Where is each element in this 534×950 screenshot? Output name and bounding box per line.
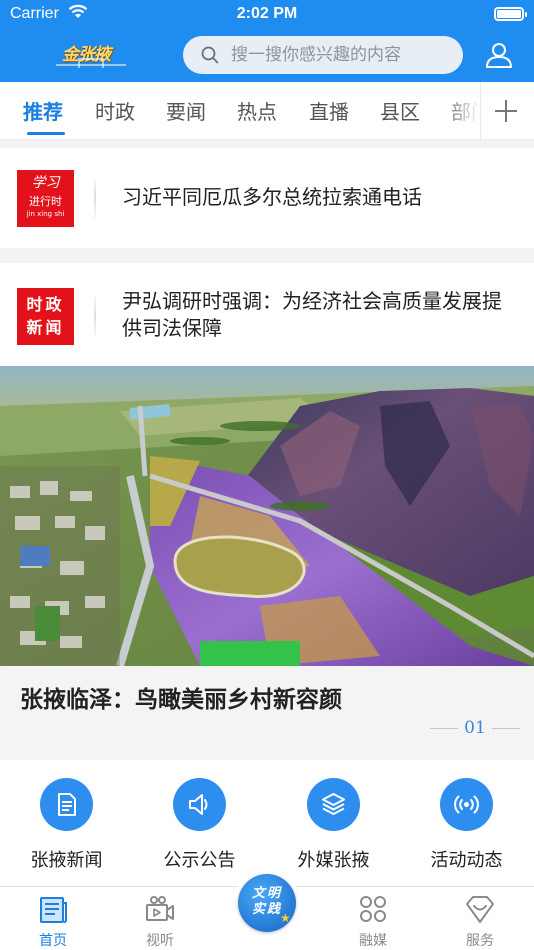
center-line-1: 文明 xyxy=(251,886,282,901)
carousel-page-indicator: 01 xyxy=(430,718,520,740)
news-item[interactable]: 时政 新闻 尹弘调研时强调：为经济社会高质量发展提供司法保障 xyxy=(0,263,534,366)
video-icon xyxy=(146,896,174,921)
quick-link-zhangye-news[interactable]: 张掖新闻 xyxy=(0,760,133,886)
star-icon: ★ xyxy=(280,911,291,925)
category-tab-bar: 推荐 时政 要闻 热点 直播 县区 部门 xyxy=(0,82,534,140)
divider xyxy=(94,177,96,219)
broadcast-icon xyxy=(440,778,493,831)
app-logo[interactable]: 金张掖 xyxy=(52,34,132,78)
nav-service[interactable]: 服务 xyxy=(427,887,533,950)
civilization-practice-badge: 文明 实践 ★ xyxy=(238,874,296,932)
aerial-village-photo xyxy=(0,366,534,666)
quick-link-label: 活动动态 xyxy=(430,850,503,871)
nav-media[interactable]: 融媒 xyxy=(320,887,426,950)
status-bar: Carrier 2:02 PM xyxy=(0,0,534,28)
nav-label: 视听 xyxy=(146,933,174,949)
badge-line-1: 时政 xyxy=(26,295,65,314)
civilization-practice-button[interactable]: 文明 实践 ★ xyxy=(234,870,300,936)
badge-xuexi-title: 学习 xyxy=(31,175,60,191)
politics-news-badge: 时政 新闻 xyxy=(17,288,74,345)
search-box[interactable] xyxy=(183,36,463,74)
quick-link-label: 张掖新闻 xyxy=(30,850,103,871)
badge-xuexi-subtitle: 进行时 xyxy=(29,195,62,208)
quick-link-activities[interactable]: 活动动态 xyxy=(400,760,533,886)
news-home-icon xyxy=(40,897,67,923)
nav-label: 服务 xyxy=(466,933,494,949)
search-input[interactable] xyxy=(231,36,456,74)
search-icon xyxy=(201,46,219,64)
divider xyxy=(94,295,96,337)
quick-link-label: 外媒张掖 xyxy=(297,850,370,871)
tab-politics[interactable]: 时政 xyxy=(95,96,135,125)
news-item[interactable]: 学习 进行时 jin xing shi 习近平同厄瓜多尔总统拉索通电话 xyxy=(0,148,534,248)
tab-hot[interactable]: 热点 xyxy=(237,96,277,125)
quick-links: 张掖新闻 公示公告 外媒张掖 活动动态 xyxy=(0,760,534,886)
user-profile-icon[interactable] xyxy=(484,40,514,70)
badge-xuexi-pinyin: jin xing shi xyxy=(26,210,65,218)
logo-wall-graphic xyxy=(56,58,126,74)
hero-caption-box[interactable]: 张掖临泽：鸟瞰美丽乡村新容颜 01 xyxy=(0,666,534,760)
speaker-icon xyxy=(173,778,226,831)
app-header: 金张掖 xyxy=(0,28,534,82)
grid-icon xyxy=(360,896,386,922)
news-title[interactable]: 尹弘调研时强调：为经济社会高质量发展提供司法保障 xyxy=(122,288,512,342)
clock: 2:02 PM xyxy=(236,5,298,22)
active-tab-indicator xyxy=(27,132,65,135)
badge-line-2: 新闻 xyxy=(26,318,65,337)
add-channel-button[interactable] xyxy=(480,82,534,139)
document-icon xyxy=(40,778,93,831)
battery-icon xyxy=(494,7,527,21)
hero-caption[interactable]: 张掖临泽：鸟瞰美丽乡村新容颜 xyxy=(20,680,342,714)
hero-image[interactable] xyxy=(0,366,534,666)
nav-label: 首页 xyxy=(39,933,67,949)
quick-link-label: 公示公告 xyxy=(163,850,236,871)
nav-home[interactable]: 首页 xyxy=(0,887,106,950)
xuexi-badge: 学习 进行时 jin xing shi xyxy=(17,170,74,227)
tab-recommend[interactable]: 推荐 xyxy=(23,96,63,125)
nav-av[interactable]: 视听 xyxy=(107,887,213,950)
tab-county[interactable]: 县区 xyxy=(380,96,420,125)
tab-fade xyxy=(440,82,480,139)
quick-link-foreign-media[interactable]: 外媒张掖 xyxy=(267,760,400,886)
quick-link-announcements[interactable]: 公示公告 xyxy=(133,760,266,886)
tab-live[interactable]: 直播 xyxy=(309,96,349,125)
news-title[interactable]: 习近平同厄瓜多尔总统拉索通电话 xyxy=(122,184,512,211)
carousel-page-number: 01 xyxy=(464,718,486,738)
nav-label: 融媒 xyxy=(359,933,387,949)
tab-headlines[interactable]: 要闻 xyxy=(166,96,206,125)
layers-icon xyxy=(307,778,360,831)
service-icon xyxy=(466,896,494,923)
